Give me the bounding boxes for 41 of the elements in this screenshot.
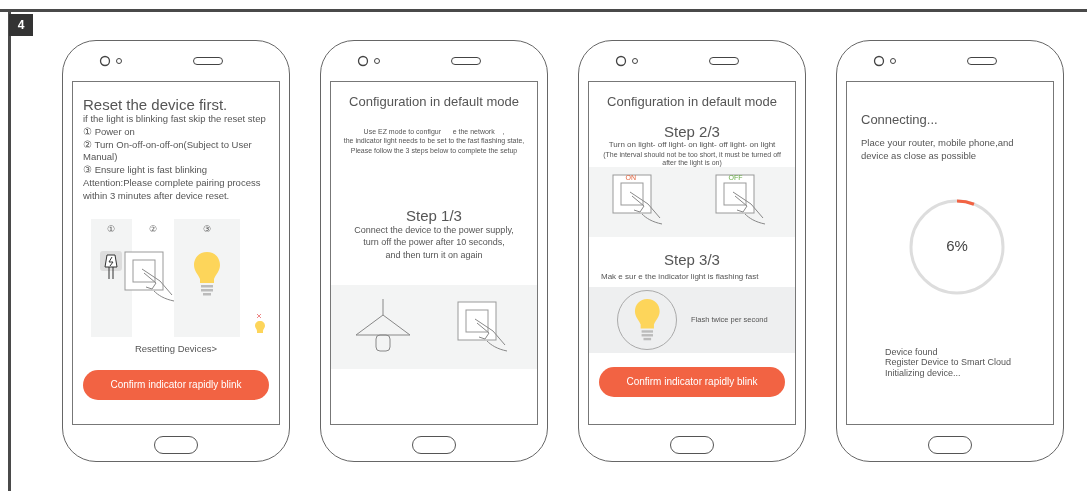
step-title: Step 1/3 — [405, 207, 463, 225]
light-bulb-icon — [633, 297, 661, 342]
speaker-icon — [451, 57, 481, 65]
step-number: ① — [107, 222, 116, 235]
confirm-button[interactable]: Confirm indicator rapidly blink — [599, 366, 785, 397]
plug-icon — [100, 250, 123, 279]
speaker-icon — [967, 57, 997, 65]
instruction-text: ② Turn On-off-on-off-on(Subject to User Manual) — [83, 138, 253, 165]
instruction-text: ① Power on — [83, 125, 136, 139]
status-text: Initializing device... — [885, 368, 962, 379]
step-description: Turn on light- off light- on light- off light- on light — [607, 140, 777, 151]
step-number: ② — [148, 222, 157, 235]
step-number: ③ — [202, 222, 211, 235]
light-bulb-icon — [192, 250, 221, 297]
instruction-text: ③ Ensure light is fast blinking — [83, 164, 209, 178]
pendant-lamp-icon — [353, 298, 412, 355]
instruction-text: if the light is blinking fast skip the reset step — [83, 113, 267, 126]
step-description: turn off the power after 10 seconds, — [362, 236, 506, 249]
confirm-button[interactable]: Confirm indicator rapidly blink — [83, 369, 269, 400]
screen-title: Connecting... — [861, 112, 939, 127]
camera-icon — [357, 55, 381, 67]
step-description: Connect the device to the power supply, — [353, 224, 515, 237]
screen-title: Configuration in default mode — [606, 94, 778, 109]
instruction-text: Place your router, mobile phone,and device as close as possible — [861, 137, 1015, 163]
camera-icon — [873, 55, 897, 67]
step-title: Step 2/3 — [663, 123, 721, 140]
step-title: Step 3/3 — [663, 250, 721, 268]
screen-title: Configuration in default mode — [348, 94, 520, 109]
step-description: Mak e sur e the indicator light is flashing fast — [600, 271, 760, 283]
status-text: Register Device to Smart Cloud — [885, 357, 1013, 369]
instruction-text: Attention:Please complete pairing process within 3 minutes after device reset. — [83, 177, 262, 203]
screen-title: Reset the device first. — [83, 96, 229, 113]
resetting-devices-link[interactable]: Resetting Devices> — [73, 342, 279, 356]
speaker-icon — [193, 57, 223, 65]
camera-icon — [615, 55, 639, 67]
page-number: 4 — [9, 14, 33, 36]
camera-icon — [99, 55, 123, 67]
progress-percent: 6% — [945, 236, 969, 254]
step-description: and then turn it on again — [384, 248, 484, 261]
status-text: Device found — [885, 346, 939, 358]
speaker-icon — [709, 57, 739, 65]
